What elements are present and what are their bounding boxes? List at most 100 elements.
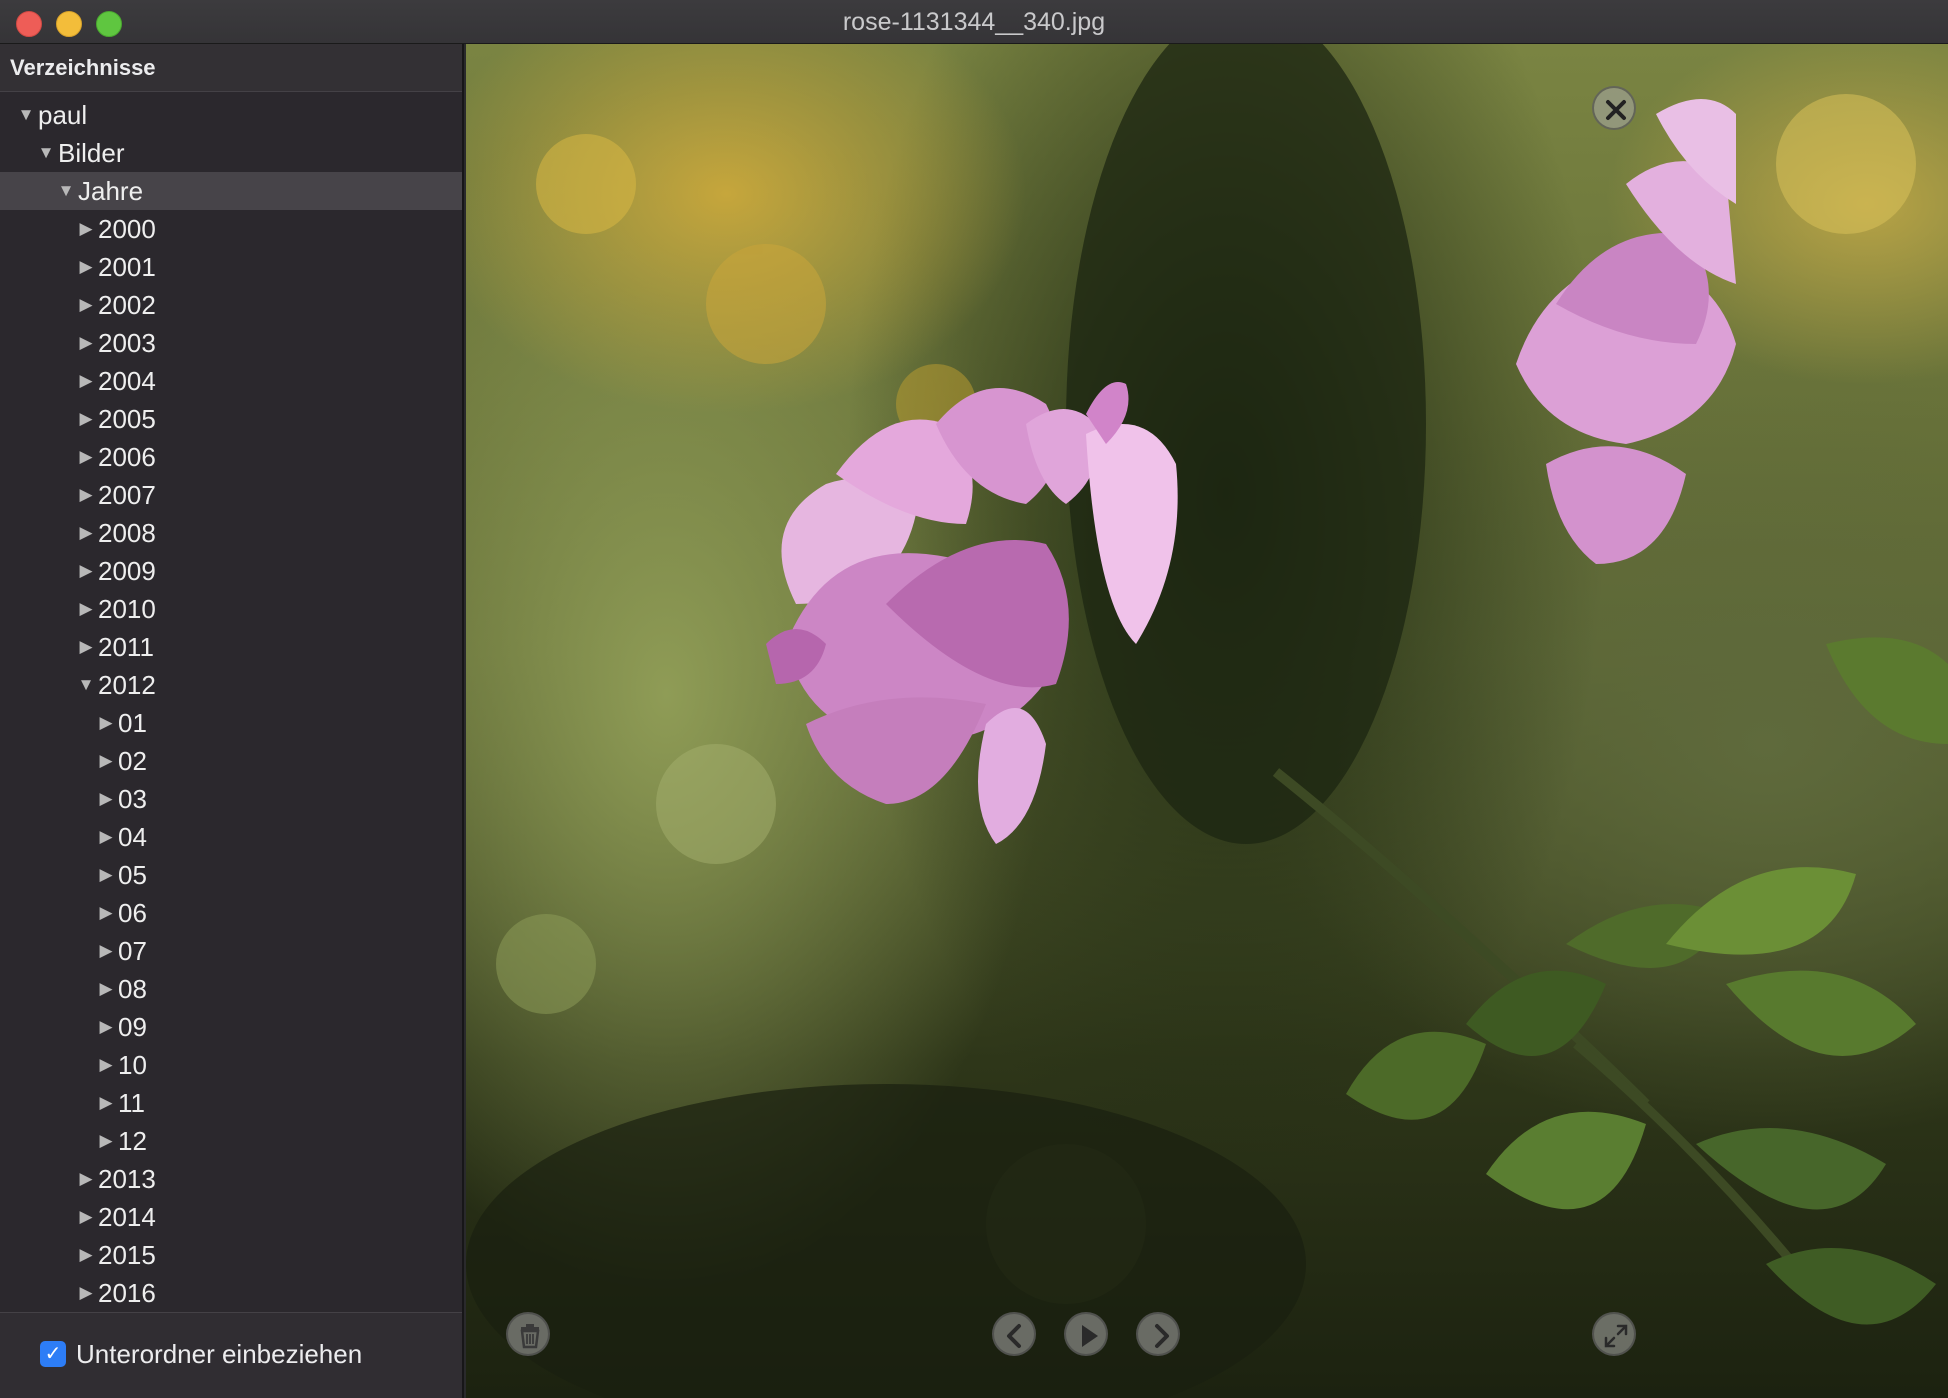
tree-item[interactable]: ▼ 2012 bbox=[0, 666, 462, 704]
tree-item-label: 2010 bbox=[98, 594, 156, 624]
tree-item-label: 2003 bbox=[98, 328, 156, 358]
disclosure-right-icon[interactable]: ▶ bbox=[76, 1236, 96, 1274]
tree-item[interactable]: ▶ 2015 bbox=[0, 1236, 462, 1274]
disclosure-down-icon[interactable]: ▼ bbox=[76, 666, 96, 704]
disclosure-right-icon[interactable]: ▶ bbox=[96, 818, 116, 856]
tree-item-label: 2001 bbox=[98, 252, 156, 282]
disclosure-right-icon[interactable]: ▶ bbox=[76, 1160, 96, 1198]
disclosure-right-icon[interactable]: ▶ bbox=[96, 742, 116, 780]
disclosure-right-icon[interactable]: ▶ bbox=[96, 894, 116, 932]
tree-item-label: 2015 bbox=[98, 1240, 156, 1270]
tree-item[interactable]: ▶ 2002 bbox=[0, 286, 462, 324]
sidebar-footer: ✓ Unterordner einbeziehen bbox=[0, 1312, 462, 1398]
disclosure-down-icon[interactable]: ▼ bbox=[16, 96, 36, 134]
disclosure-right-icon[interactable]: ▶ bbox=[76, 514, 96, 552]
chevron-left-icon[interactable] bbox=[992, 1312, 1036, 1356]
tree-item[interactable]: ▶ 05 bbox=[0, 856, 462, 894]
tree-item-label: paul bbox=[38, 100, 88, 130]
tree-item-label: 2011 bbox=[98, 632, 154, 662]
tree-item[interactable]: ▶ 2007 bbox=[0, 476, 462, 514]
title-bar[interactable]: rose-1131344__340.jpg bbox=[0, 0, 1948, 44]
disclosure-right-icon[interactable]: ▶ bbox=[76, 248, 96, 286]
tree-item[interactable]: ▶ 02 bbox=[0, 742, 462, 780]
disclosure-right-icon[interactable]: ▶ bbox=[96, 1122, 116, 1160]
include-subfolders-checkbox[interactable]: ✓ bbox=[40, 1341, 66, 1367]
tree-item-label: 2013 bbox=[98, 1164, 156, 1194]
tree-item[interactable]: ▶ 2016 bbox=[0, 1274, 462, 1312]
tree-item-label: 2014 bbox=[98, 1202, 156, 1232]
tree-item-label: 2009 bbox=[98, 556, 156, 586]
disclosure-right-icon[interactable]: ▶ bbox=[76, 324, 96, 362]
tree-item[interactable]: ▶ 2006 bbox=[0, 438, 462, 476]
tree-item-label: 03 bbox=[118, 784, 147, 814]
tree-item[interactable]: ▶ 07 bbox=[0, 932, 462, 970]
tree-item[interactable]: ▶ 2009 bbox=[0, 552, 462, 590]
tree-item[interactable]: ▶ 08 bbox=[0, 970, 462, 1008]
disclosure-right-icon[interactable]: ▶ bbox=[76, 628, 96, 666]
tree-item[interactable]: ▶ 2008 bbox=[0, 514, 462, 552]
tree-item-label: 04 bbox=[118, 822, 147, 852]
disclosure-right-icon[interactable]: ▶ bbox=[76, 438, 96, 476]
disclosure-down-icon[interactable]: ▼ bbox=[36, 134, 56, 172]
tree-item[interactable]: ▶ 2011 bbox=[0, 628, 462, 666]
tree-item[interactable]: ▶ 2000 bbox=[0, 210, 462, 248]
sidebar: Verzeichnisse ▼ paul ▼ Bilder ▼ Jahre ▶ 2000 ▶ 20… bbox=[0, 44, 464, 1398]
tree-item[interactable]: ▶ 03 bbox=[0, 780, 462, 818]
tree-item[interactable]: ▶ 2004 bbox=[0, 362, 462, 400]
tree-item[interactable]: ▼ Jahre bbox=[0, 172, 462, 210]
disclosure-right-icon[interactable]: ▶ bbox=[76, 210, 96, 248]
tree-item[interactable]: ▶ 2003 bbox=[0, 324, 462, 362]
include-subfolders-label[interactable]: Unterordner einbeziehen bbox=[76, 1339, 362, 1369]
tree-item[interactable]: ▶ 11 bbox=[0, 1084, 462, 1122]
tree-item-label: 2008 bbox=[98, 518, 156, 548]
tree-item[interactable]: ▶ 10 bbox=[0, 1046, 462, 1084]
disclosure-right-icon[interactable]: ▶ bbox=[96, 780, 116, 818]
disclosure-right-icon[interactable]: ▶ bbox=[96, 704, 116, 742]
disclosure-right-icon[interactable]: ▶ bbox=[76, 476, 96, 514]
tree-item-label: 2002 bbox=[98, 290, 156, 320]
disclosure-right-icon[interactable]: ▶ bbox=[96, 1084, 116, 1122]
tree-item-label: 2005 bbox=[98, 404, 156, 434]
tree-item[interactable]: ▶ 2005 bbox=[0, 400, 462, 438]
tree-item[interactable]: ▶ 2013 bbox=[0, 1160, 462, 1198]
tree-item[interactable]: ▶ 12 bbox=[0, 1122, 462, 1160]
disclosure-right-icon[interactable]: ▶ bbox=[76, 1274, 96, 1312]
disclosure-right-icon[interactable]: ▶ bbox=[76, 286, 96, 324]
tree-item[interactable]: ▼ Bilder bbox=[0, 134, 462, 172]
tree-item-label: 07 bbox=[118, 936, 147, 966]
disclosure-right-icon[interactable]: ▶ bbox=[96, 970, 116, 1008]
tree-item[interactable]: ▶ 01 bbox=[0, 704, 462, 742]
tree-item-label: 2004 bbox=[98, 366, 156, 396]
disclosure-right-icon[interactable]: ▶ bbox=[76, 1198, 96, 1236]
close-icon[interactable] bbox=[1592, 86, 1636, 130]
chevron-right-icon[interactable] bbox=[1136, 1312, 1180, 1356]
trash-icon[interactable] bbox=[506, 1312, 550, 1356]
disclosure-right-icon[interactable]: ▶ bbox=[96, 1046, 116, 1084]
disclosure-right-icon[interactable]: ▶ bbox=[76, 400, 96, 438]
tree-item-label: 01 bbox=[118, 708, 147, 738]
expand-icon[interactable] bbox=[1592, 1312, 1636, 1356]
tree-item[interactable]: ▶ 2010 bbox=[0, 590, 462, 628]
tree-item[interactable]: ▼ paul bbox=[0, 96, 462, 134]
tree-item-label: 02 bbox=[118, 746, 147, 776]
tree-item-label: Jahre bbox=[78, 176, 144, 206]
disclosure-right-icon[interactable]: ▶ bbox=[76, 552, 96, 590]
disclosure-right-icon[interactable]: ▶ bbox=[76, 362, 96, 400]
play-icon[interactable] bbox=[1064, 1312, 1108, 1356]
directory-tree[interactable]: ▼ paul ▼ Bilder ▼ Jahre ▶ 2000 ▶ 2001 ▶ 2002 ▶ 2003 ▶ 2… bbox=[0, 96, 462, 1360]
rose-photo bbox=[466, 44, 1948, 1398]
tree-item[interactable]: ▶ 2014 bbox=[0, 1198, 462, 1236]
disclosure-right-icon[interactable]: ▶ bbox=[76, 590, 96, 628]
tree-item[interactable]: ▶ 09 bbox=[0, 1008, 462, 1046]
tree-item-label: 05 bbox=[118, 860, 147, 890]
image-viewer[interactable] bbox=[466, 44, 1948, 1398]
tree-item[interactable]: ▶ 2001 bbox=[0, 248, 462, 286]
disclosure-right-icon[interactable]: ▶ bbox=[96, 932, 116, 970]
tree-item[interactable]: ▶ 06 bbox=[0, 894, 462, 932]
tree-item-label: 2007 bbox=[98, 480, 156, 510]
disclosure-right-icon[interactable]: ▶ bbox=[96, 856, 116, 894]
tree-item[interactable]: ▶ 04 bbox=[0, 818, 462, 856]
disclosure-right-icon[interactable]: ▶ bbox=[96, 1008, 116, 1046]
tree-item-label: Bilder bbox=[58, 138, 125, 168]
disclosure-down-icon[interactable]: ▼ bbox=[56, 172, 76, 210]
